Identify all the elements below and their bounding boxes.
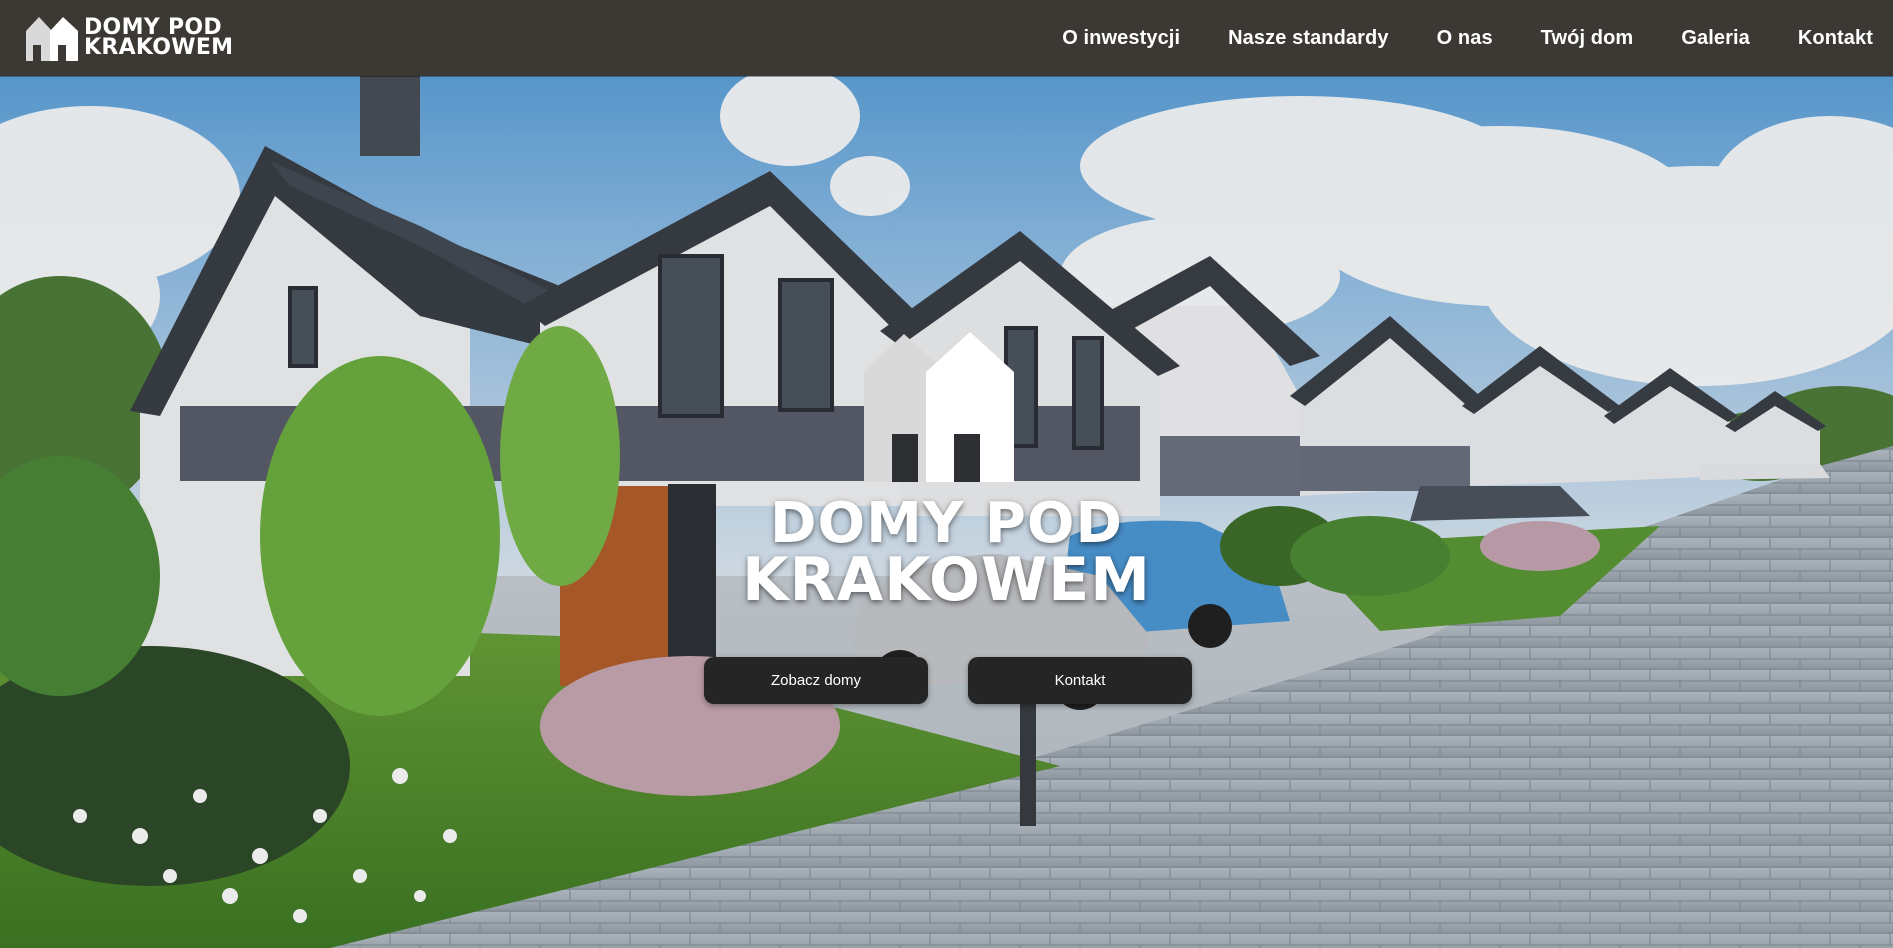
hero-content: DOMY POD KRAKOWEM Zobacz domy Kontakt	[0, 76, 1893, 948]
nav-item-twoj-dom[interactable]: Twój dom	[1541, 27, 1634, 50]
hero-title-line1: DOMY POD	[770, 491, 1123, 556]
nav-item-nasze-standardy[interactable]: Nasze standardy	[1228, 27, 1388, 50]
contact-button[interactable]: Kontakt	[968, 657, 1192, 704]
main-nav: O inwestycji Nasze standardy O nas Twój …	[1062, 27, 1873, 50]
house-logo-icon	[26, 17, 78, 61]
nav-item-galeria[interactable]: Galeria	[1681, 27, 1750, 50]
nav-item-o-inwestycji[interactable]: O inwestycji	[1062, 27, 1180, 50]
site-header: DOMY POD KRAKOWEM O inwestycji Nasze sta…	[0, 0, 1893, 76]
hero-cta-row: Zobacz domy Kontakt	[704, 657, 1192, 704]
logo-text: DOMY POD KRAKOWEM	[84, 17, 234, 60]
logo-link[interactable]: DOMY POD KRAKOWEM	[24, 13, 233, 63]
nav-item-kontakt[interactable]: Kontakt	[1798, 27, 1873, 50]
logo-line2: KRAKOWEM	[84, 35, 234, 60]
hero-title: DOMY POD KRAKOWEM	[0, 491, 1893, 615]
see-houses-button[interactable]: Zobacz domy	[704, 657, 928, 704]
house-emblem-icon	[864, 332, 1014, 482]
hero-section: DOMY POD KRAKOWEM Zobacz domy Kontakt	[0, 76, 1893, 948]
hero-title-line2: KRAKOWEM	[742, 545, 1151, 615]
nav-item-o-nas[interactable]: O nas	[1437, 27, 1493, 50]
